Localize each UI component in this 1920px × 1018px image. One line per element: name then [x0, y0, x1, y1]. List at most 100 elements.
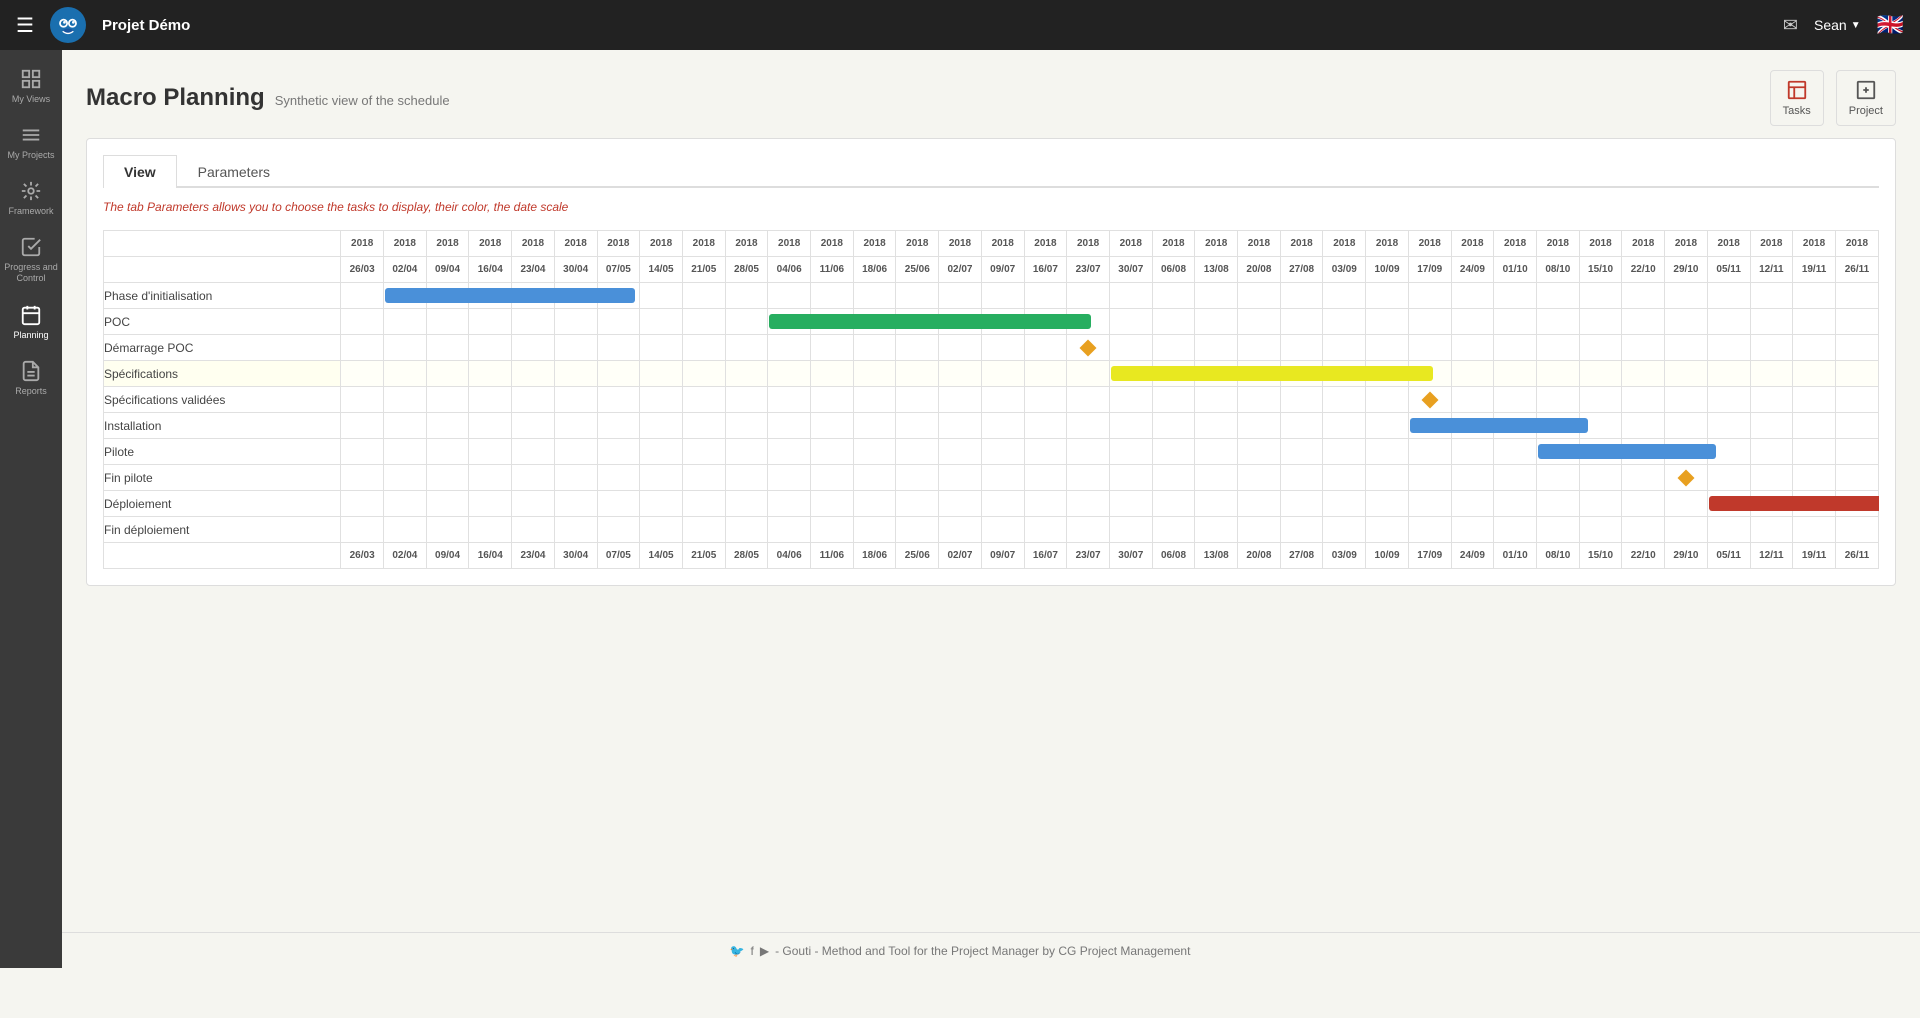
gantt-year-header: 2018 [1408, 231, 1451, 257]
gantt-date-header: 18/06 [853, 257, 896, 283]
gantt-cell [384, 387, 427, 413]
gantt-year-header: 2018 [1536, 231, 1579, 257]
gantt-cell [1579, 335, 1622, 361]
content-card: View Parameters The tab Parameters allow… [86, 138, 1896, 586]
gantt-cell [1408, 439, 1451, 465]
gantt-cell [384, 361, 427, 387]
gantt-cell [640, 335, 683, 361]
project-button[interactable]: Project [1836, 70, 1896, 126]
gantt-cell [1835, 309, 1878, 335]
gantt-cell [1451, 491, 1494, 517]
youtube-icon[interactable]: ▶ [760, 944, 769, 958]
gantt-date-footer: 02/04 [384, 543, 427, 569]
sidebar-item-reports[interactable]: Reports [0, 350, 62, 406]
facebook-icon[interactable]: f [751, 944, 754, 958]
gantt-cell [1280, 283, 1323, 309]
gantt-row-label: Phase d'initialisation [104, 283, 341, 309]
gantt-bar [1111, 366, 1433, 381]
sidebar-item-framework[interactable]: Framework [0, 170, 62, 226]
gantt-cell [426, 361, 469, 387]
gantt-cell [1793, 335, 1836, 361]
mail-icon[interactable]: ✉ [1783, 15, 1798, 36]
gantt-year-header: 2018 [640, 231, 683, 257]
gantt-cell [1622, 361, 1665, 387]
gantt-cell [1323, 413, 1366, 439]
gantt-cell [597, 361, 640, 387]
gantt-cell [1195, 283, 1238, 309]
gantt-cell [768, 517, 811, 543]
gantt-cell [1152, 283, 1195, 309]
twitter-icon[interactable]: 🐦 [730, 944, 745, 958]
gantt-cell [597, 517, 640, 543]
sidebar-item-my-projects[interactable]: My Projects [0, 114, 62, 170]
flag-uk[interactable]: 🇬🇧 [1877, 14, 1904, 36]
sidebar-item-progress[interactable]: Progress and Control [0, 226, 62, 294]
gantt-year-header: 2018 [853, 231, 896, 257]
gantt-year-header: 2018 [1152, 231, 1195, 257]
gantt-cell [1750, 465, 1793, 491]
gantt-cell [768, 491, 811, 517]
gantt-cell [512, 517, 555, 543]
gantt-date-header: 24/09 [1451, 257, 1494, 283]
gantt-cell [469, 465, 512, 491]
gantt-cell [1366, 283, 1409, 309]
footer-text: - Gouti - Method and Tool for the Projec… [775, 944, 1190, 958]
gantt-cell [853, 335, 896, 361]
gantt-cell [1280, 413, 1323, 439]
gantt-date-footer: 16/04 [469, 543, 512, 569]
sidebar-item-my-views[interactable]: My Views [0, 58, 62, 114]
user-menu[interactable]: Sean ▼ [1814, 17, 1861, 33]
tab-parameters[interactable]: Parameters [177, 155, 291, 188]
gantt-cell [426, 439, 469, 465]
gantt-date-header: 05/11 [1707, 257, 1750, 283]
gantt-cell [896, 361, 939, 387]
gantt-year-header: 2018 [1238, 231, 1281, 257]
gantt-cell [1323, 309, 1366, 335]
gantt-cell [981, 283, 1024, 309]
tasks-button[interactable]: Tasks [1770, 70, 1824, 126]
gantt-cell [426, 491, 469, 517]
gantt-cell [426, 465, 469, 491]
gantt-cell [725, 491, 768, 517]
gantt-cell [1024, 335, 1067, 361]
gantt-cell [341, 387, 384, 413]
gantt-cell [1366, 439, 1409, 465]
gantt-cell [1323, 491, 1366, 517]
gantt-cell [682, 361, 725, 387]
gantt-cell [1408, 413, 1451, 439]
page-title: Macro Planning [86, 84, 265, 112]
gantt-cell [1109, 309, 1152, 335]
gantt-milestone [1677, 469, 1694, 486]
page-header: Macro Planning Synthetic view of the sch… [86, 70, 1896, 126]
gantt-cell [682, 439, 725, 465]
gantt-cell [1793, 387, 1836, 413]
gantt-year-header: 2018 [939, 231, 982, 257]
gantt-date-footer: 13/08 [1195, 543, 1238, 569]
gantt-cell [597, 387, 640, 413]
gantt-cell [1408, 387, 1451, 413]
gantt-year-header: 2018 [1195, 231, 1238, 257]
tab-view[interactable]: View [103, 155, 177, 188]
gantt-cell [554, 491, 597, 517]
gantt-cell [384, 309, 427, 335]
gantt-cell [981, 517, 1024, 543]
gantt-cell [1109, 439, 1152, 465]
gantt-cell [341, 361, 384, 387]
gantt-cell [981, 413, 1024, 439]
gantt-date-footer: 28/05 [725, 543, 768, 569]
gantt-cell [1707, 517, 1750, 543]
gantt-container[interactable]: 2018201820182018201820182018201820182018… [103, 230, 1879, 569]
gantt-cell [1835, 283, 1878, 309]
menu-icon[interactable]: ☰ [16, 13, 34, 38]
gantt-cell [853, 361, 896, 387]
sidebar-label-planning: Planning [13, 330, 48, 340]
sidebar: My Views My Projects Framework Progress … [0, 50, 62, 968]
gantt-cell [811, 283, 854, 309]
gantt-cell [1280, 387, 1323, 413]
gantt-cell [1835, 387, 1878, 413]
sidebar-item-planning[interactable]: Planning [0, 294, 62, 350]
gantt-cell [597, 413, 640, 439]
gantt-cell [1408, 335, 1451, 361]
gantt-cell [1750, 439, 1793, 465]
gantt-row-label: Installation [104, 413, 341, 439]
